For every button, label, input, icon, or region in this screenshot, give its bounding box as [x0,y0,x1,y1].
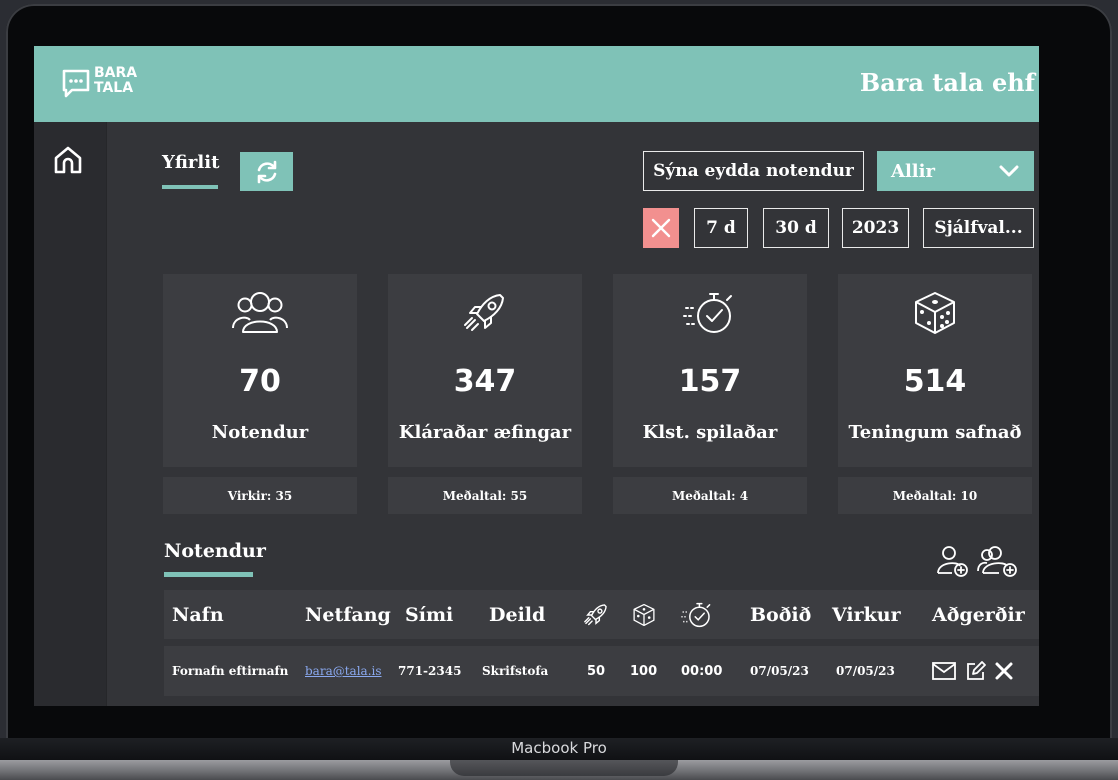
tab-overview[interactable]: Yfirlit [162,152,219,173]
cell-department: Skrifstofa [482,664,549,678]
add-user-icon[interactable] [936,544,970,578]
column-active[interactable]: Virkur [832,590,901,639]
column-department[interactable]: Deild [489,590,545,639]
cell-phone: 771-2345 [398,664,462,678]
stopwatch-icon [681,602,711,627]
cell-exercises: 50 [587,663,606,679]
stat-sub-users: Virkir: 35 [163,477,357,514]
stat-value: 70 [239,364,281,399]
cell-name: Fornafn eftirnafn [172,664,289,678]
column-email[interactable]: Netfang [305,590,391,639]
chevron-down-icon [999,165,1019,177]
range-7d-button[interactable]: 7 d [694,208,748,248]
column-actions: Aðgerðir [932,603,1025,626]
device-label: Macbook Pro [511,739,607,757]
column-dice[interactable] [631,590,657,639]
user-filter-select[interactable]: Allir [877,151,1034,191]
users-icon [232,292,288,333]
laptop-notch [450,760,678,776]
column-phone[interactable]: Sími [405,590,453,639]
users-table-header: Nafn Netfang Sími Deild Boðið Virkur Aðg… [164,590,1039,639]
mail-icon[interactable] [932,662,956,680]
stat-value: 514 [903,364,967,399]
stat-label: Klst. spilaðar [642,422,778,443]
company-name: Bara tala ehf [859,68,1035,97]
column-time[interactable] [680,590,714,639]
show-deleted-users-button[interactable]: Sýna eydda notendur [643,151,864,191]
users-section-title: Notendur [164,540,266,562]
add-users-group-icon[interactable] [977,544,1021,578]
user-filter-value: Allir [891,160,935,182]
stat-card-hours: 157 Klst. spilaðar [613,274,807,467]
cell-email-link[interactable]: bara@tala.is [305,646,382,696]
stat-sub-dice: Meðaltal: 10 [838,477,1032,514]
stat-sub-hours: Meðaltal: 4 [613,477,807,514]
cell-invited: 07/05/23 [750,664,809,678]
range-2023-button[interactable]: 2023 [842,208,909,248]
stat-label: Kláraðar æfingar [398,422,572,443]
range-custom-button[interactable]: Sjálfval... [923,208,1034,248]
stat-value: 157 [678,364,742,399]
app-screen: BARA TALA Bara tala ehf Yfirlit Sýna eyd… [34,46,1039,706]
top-bar: BARA TALA Bara tala ehf [34,46,1039,122]
users-title-underline [164,572,253,577]
column-invited[interactable]: Boðið [750,590,811,639]
column-name[interactable]: Nafn [172,590,224,639]
tab-underline [162,185,218,189]
rocket-icon [584,603,607,625]
sidebar [34,122,107,706]
stat-value: 347 [453,364,517,399]
edit-icon[interactable] [966,661,986,681]
close-icon [651,218,671,238]
chat-bubble-icon [62,69,90,98]
clear-filter-button[interactable] [643,208,679,248]
stat-card-exercises: 347 Kláraðar æfingar [388,274,582,467]
stat-label: Teningum safnað [848,422,1022,443]
refresh-icon [257,160,276,183]
cell-active: 07/05/23 [836,664,895,678]
refresh-button[interactable] [240,152,293,191]
logo-line-2: TALA [94,80,134,96]
stat-card-dice: 514 Teningum safnað [838,274,1032,467]
home-icon[interactable] [52,144,84,176]
dice-icon [633,603,655,626]
row-actions [932,646,1014,696]
stopwatch-icon [683,293,732,333]
stat-card-users: 70 Notendur [163,274,357,467]
table-row[interactable]: Fornafn eftirnafn bara@tala.is 771-2345 … [164,646,1039,696]
logo-text: BARA TALA [94,66,154,96]
logo-line-1: BARA [94,65,138,81]
cell-dice: 100 [630,663,658,679]
column-exercises[interactable] [582,590,610,639]
cell-time: 00:00 [681,663,723,679]
stat-label: Notendur [211,422,309,443]
rocket-icon [464,294,504,331]
delete-icon[interactable] [994,661,1014,681]
dice-icon [915,292,955,334]
stat-sub-exercises: Meðaltal: 55 [388,477,582,514]
range-30d-button[interactable]: 30 d [763,208,829,248]
logo[interactable]: BARA TALA [62,66,152,102]
